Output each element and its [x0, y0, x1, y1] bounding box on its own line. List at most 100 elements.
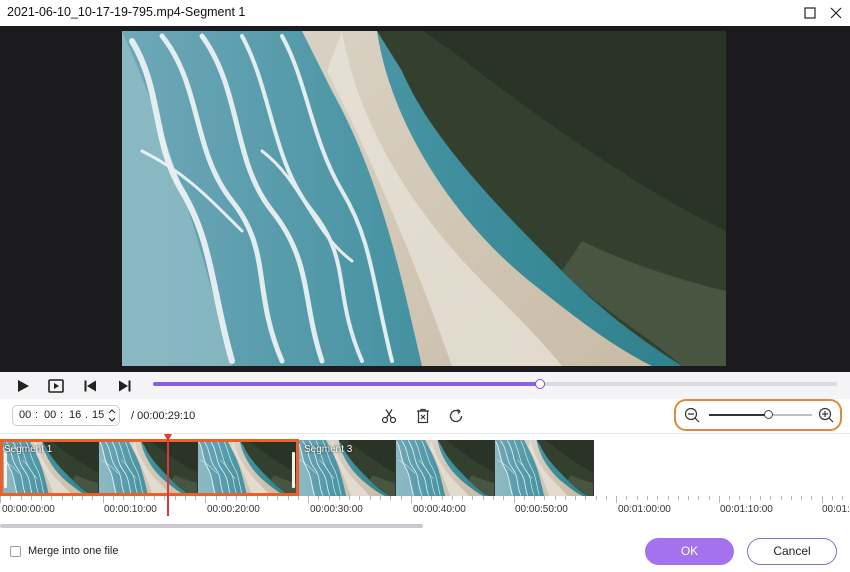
zoom-out-icon[interactable]	[684, 407, 700, 423]
ruler-tick	[174, 496, 176, 500]
progress-bar[interactable]	[153, 378, 837, 389]
ruler-tick	[328, 496, 330, 500]
skip-previous-icon[interactable]	[81, 377, 99, 395]
ok-button[interactable]: OK	[645, 538, 734, 565]
ruler-tick	[236, 496, 238, 500]
ruler-tick	[523, 496, 525, 500]
skip-next-icon[interactable]	[116, 377, 134, 395]
ruler-tick	[225, 496, 227, 500]
ruler-tick	[718, 496, 720, 503]
ruler-tick	[195, 496, 197, 500]
progress-handle[interactable]	[535, 378, 546, 389]
merge-label[interactable]: Merge into one file	[28, 545, 119, 557]
ruler-tick	[400, 496, 402, 500]
ruler-tick	[575, 496, 577, 500]
time-ruler: 00:00:00:00 00:00:10:00 00:00:20:00 00:0…	[0, 496, 850, 520]
zoom-slider-handle[interactable]	[763, 410, 773, 419]
ruler-label: 00:01:2	[822, 504, 850, 515]
trim-handle-right[interactable]	[292, 452, 295, 488]
ruler-tick	[143, 496, 145, 500]
ruler-tick	[482, 496, 484, 500]
ruler-label: 00:00:20:00	[207, 504, 260, 515]
ruler-tick	[595, 496, 597, 500]
video-player	[0, 26, 850, 372]
progress-fill	[153, 382, 541, 386]
ruler-label: 00:00:50:00	[515, 504, 568, 515]
close-icon[interactable]	[826, 3, 846, 23]
refresh-icon[interactable]	[447, 407, 465, 425]
maximize-icon[interactable]	[800, 3, 820, 23]
zoom-slider-fill	[709, 414, 768, 416]
zoom-in-icon[interactable]	[818, 407, 834, 423]
time-seconds[interactable]: 16	[69, 409, 81, 421]
stop-icon[interactable]	[47, 377, 65, 395]
ruler-tick	[698, 496, 700, 500]
ruler-tick	[431, 496, 433, 500]
time-frames[interactable]: 15	[92, 409, 104, 421]
ruler-tick	[811, 496, 813, 500]
ruler-tick	[82, 496, 84, 500]
scissors-icon[interactable]	[380, 407, 398, 425]
thumbnail	[396, 440, 495, 496]
ruler-tick	[267, 496, 269, 500]
ruler-tick	[359, 496, 361, 500]
ruler-tick	[184, 496, 186, 500]
zoom-control	[674, 399, 842, 431]
ruler-tick	[585, 496, 587, 500]
ruler-tick	[770, 496, 772, 500]
current-time-input[interactable]: 00 : 00 : 16 . 15	[12, 405, 120, 426]
ruler-tick	[369, 496, 371, 500]
ruler-tick	[462, 496, 464, 500]
trim-handle-left[interactable]	[4, 452, 7, 488]
ruler-tick	[215, 496, 217, 500]
ruler-tick	[739, 496, 741, 500]
delete-icon[interactable]	[414, 407, 432, 425]
ruler-tick	[503, 496, 505, 500]
play-icon[interactable]	[14, 377, 32, 395]
time-hours[interactable]: 00	[19, 409, 31, 421]
ruler-label: 00:00:10:00	[104, 504, 157, 515]
ruler-tick	[112, 496, 114, 500]
ruler-tick	[513, 496, 515, 503]
ruler-tick	[441, 496, 443, 500]
ruler-tick	[821, 496, 823, 503]
timeline[interactable]: Segment 1 Segment 3 00:00:00:00 00:00:10…	[0, 433, 850, 529]
ruler-tick	[759, 496, 761, 500]
ruler-tick	[801, 496, 803, 500]
segment-label: Segment 3	[304, 444, 353, 455]
ruler-tick	[647, 496, 648, 500]
thumbnail	[495, 440, 594, 496]
merge-checkbox[interactable]	[10, 546, 21, 557]
ruler-tick	[41, 496, 43, 500]
cancel-button[interactable]: Cancel	[747, 538, 837, 565]
ruler-tick	[379, 496, 381, 500]
playback-controls	[0, 372, 850, 399]
video-preview[interactable]	[122, 31, 726, 366]
ruler-tick	[451, 496, 453, 500]
ruler-tick	[164, 496, 166, 500]
ruler-tick	[564, 496, 566, 500]
ruler-label: 00:00:00:00	[2, 504, 55, 515]
timeline-scrollbar[interactable]	[0, 524, 423, 528]
ruler-tick	[410, 496, 412, 503]
ruler-tick	[256, 496, 258, 500]
ruler-tick	[749, 496, 751, 500]
total-duration: / 00:00:29:10	[131, 410, 196, 422]
ruler-tick	[349, 496, 351, 500]
ruler-tick	[0, 496, 1, 503]
dialog-footer: Merge into one file OK Cancel	[0, 529, 850, 572]
ruler-tick	[472, 496, 474, 500]
ruler-tick	[10, 496, 12, 500]
ruler-tick	[831, 496, 833, 500]
ruler-tick	[20, 496, 22, 500]
ruler-tick	[790, 496, 792, 500]
ruler-tick	[30, 496, 32, 500]
playhead[interactable]	[167, 434, 169, 516]
time-minutes[interactable]: 00	[44, 409, 56, 421]
ruler-tick	[51, 496, 53, 500]
zoom-slider[interactable]	[709, 410, 812, 419]
ruler-tick	[605, 496, 607, 500]
ruler-tick	[277, 496, 279, 500]
ruler-tick	[338, 496, 340, 500]
time-spinner-icon[interactable]	[107, 407, 117, 424]
